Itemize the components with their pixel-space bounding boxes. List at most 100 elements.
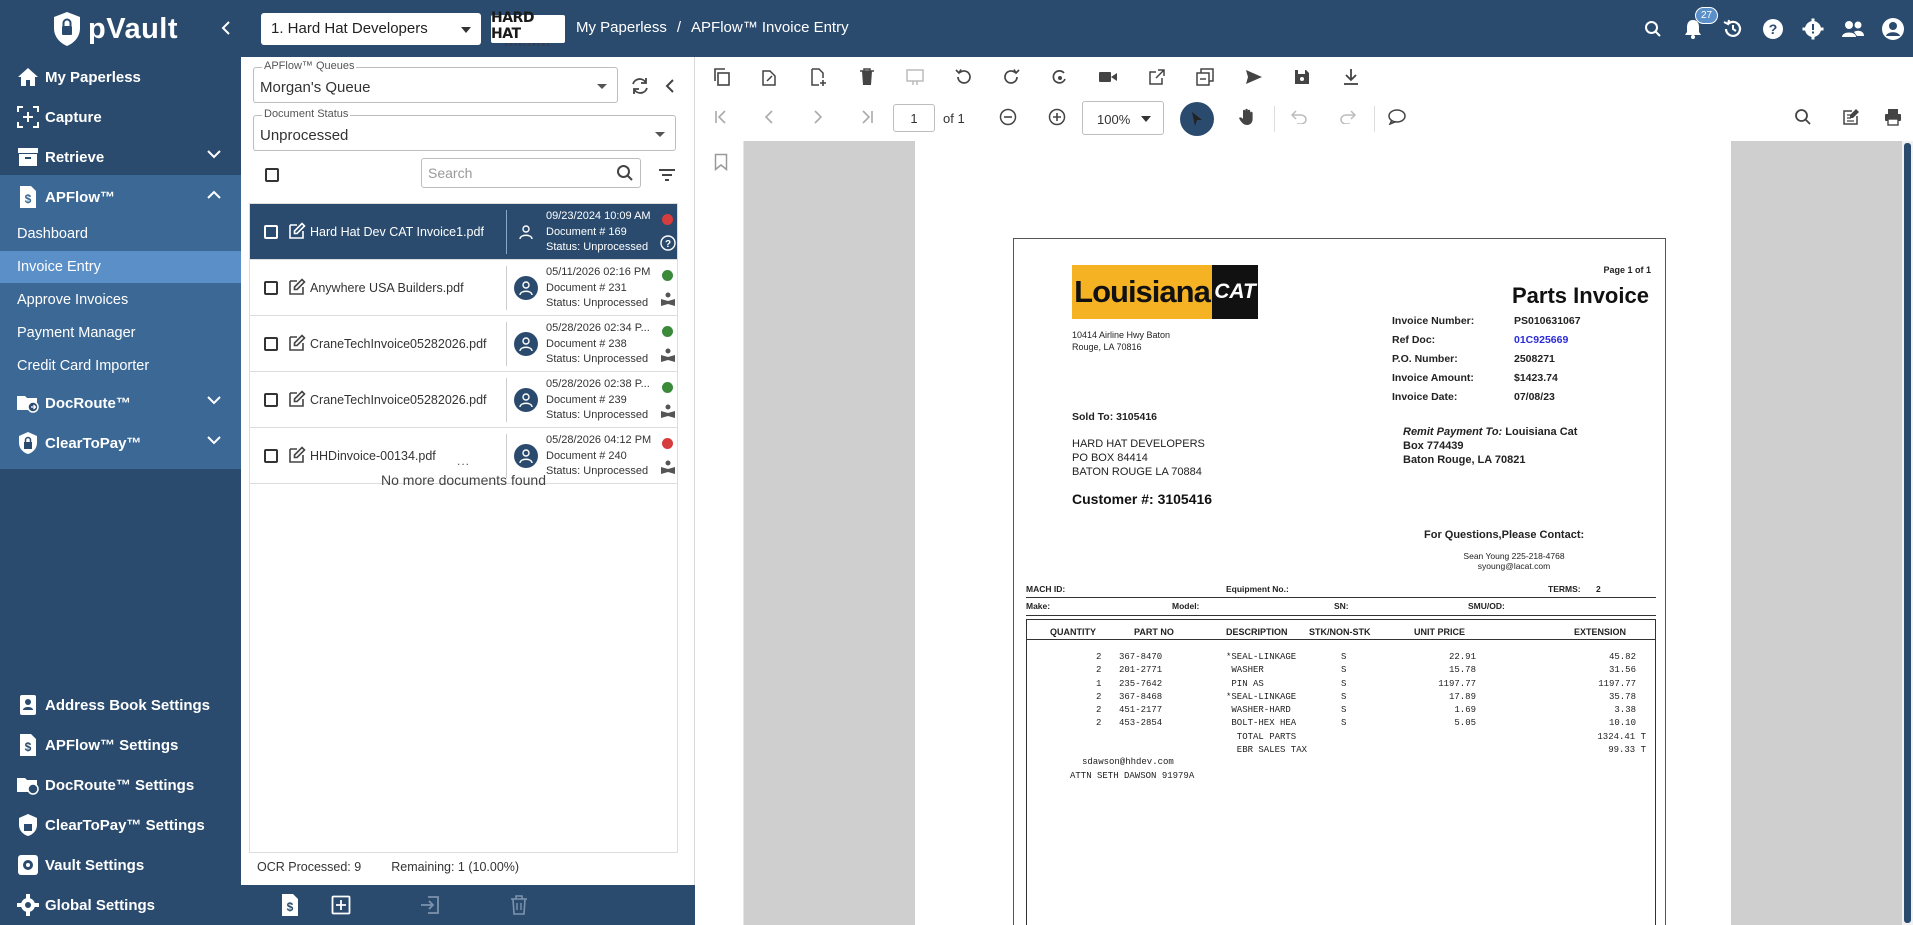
sidebar-item-label: My Paperless — [45, 68, 141, 86]
zoom-in-button[interactable] — [1042, 102, 1072, 132]
sidebar-item-docroute-settings[interactable]: DocRoute™ Settings — [0, 767, 241, 803]
collapse-sidebar-button[interactable] — [214, 15, 238, 41]
document-row[interactable]: Hard Hat Dev CAT Invoice1.pdf 09/23/2024… — [250, 204, 677, 260]
select-tool-button[interactable] — [1180, 102, 1214, 136]
document-row[interactable]: CraneTechInvoice05282026.pdf 05/28/2026 … — [250, 316, 677, 372]
comment-button[interactable] — [1382, 102, 1412, 132]
vault-select[interactable]: 1. Hard Hat Developers — [261, 13, 481, 45]
pan-tool-button[interactable] — [1232, 102, 1262, 132]
rotate-right-button[interactable] — [997, 62, 1027, 92]
split-button[interactable] — [1190, 62, 1220, 92]
queue-select[interactable]: APFlow™ Queues Morgan's Queue — [253, 60, 618, 103]
svg-text:?: ? — [1769, 21, 1778, 37]
document-date: 09/23/2024 10:09 AM — [546, 210, 651, 222]
add-page-button[interactable] — [803, 62, 833, 92]
notifications-button[interactable]: 27 — [1673, 0, 1719, 57]
breadcrumb-my-paperless[interactable]: My Paperless — [576, 19, 667, 36]
sidebar-item-apflow[interactable]: $ APFlow™ — [0, 179, 241, 215]
download-button[interactable] — [1336, 62, 1366, 92]
viewer-scrollbar[interactable] — [1902, 141, 1913, 925]
document-row[interactable]: Anywhere USA Builders.pdf 05/11/2026 02:… — [250, 260, 677, 316]
sidebar-item-address-book-settings[interactable]: Address Book Settings — [0, 687, 241, 723]
profile-button[interactable] — [1873, 0, 1913, 57]
move-document-button[interactable] — [417, 892, 443, 918]
search-field[interactable] — [421, 158, 641, 188]
document-status-select[interactable]: Document Status Unprocessed — [253, 108, 676, 151]
reprocess-button[interactable] — [1045, 62, 1075, 92]
attach-button[interactable] — [754, 62, 784, 92]
document-status: Status: Unprocessed — [546, 353, 649, 365]
redo-button[interactable] — [1333, 102, 1363, 132]
sidebar-item-cleartopay[interactable]: ClearToPay™ — [0, 425, 241, 461]
apflow-settings-icon: $ — [20, 734, 36, 756]
ap-invoice-button[interactable]: $ — [277, 892, 303, 918]
export-disabled-button[interactable] — [900, 62, 930, 92]
svg-text:?: ? — [665, 239, 671, 250]
row-checkbox[interactable] — [264, 225, 278, 239]
sidebar-item-docroute[interactable]: DocRoute™ — [0, 385, 241, 421]
table-row: 2 201-2771 WASHER S 15.78 31.56 — [1096, 665, 1636, 676]
sidebar-item-retrieve[interactable]: Retrieve — [0, 139, 241, 175]
zoom-out-button[interactable] — [993, 102, 1023, 132]
sidebar-item-my-paperless[interactable]: My Paperless — [0, 59, 241, 95]
add-document-button[interactable] — [328, 892, 354, 918]
ref-doc-link[interactable]: 01C925669 — [1514, 334, 1568, 346]
help-button[interactable]: ? — [1753, 0, 1793, 57]
comment-icon — [1388, 109, 1406, 125]
zoom-select[interactable]: 100% — [1082, 101, 1164, 135]
row-checkbox[interactable] — [264, 393, 278, 407]
save-icon — [1295, 70, 1309, 84]
collapse-panel-button[interactable] — [657, 73, 683, 99]
document-status: Status: Unprocessed — [546, 241, 649, 253]
pvault-logo[interactable]: pVault — [52, 9, 178, 49]
first-page-button[interactable] — [706, 102, 736, 132]
row-checkbox[interactable] — [264, 337, 278, 351]
viewer-search-button[interactable] — [1788, 102, 1818, 132]
submenu-approve-invoices[interactable]: Approve Invoices — [0, 284, 241, 316]
send-button[interactable] — [1239, 62, 1269, 92]
settings-button[interactable] — [1793, 0, 1833, 57]
sidebar-item-capture[interactable]: Capture — [0, 99, 241, 135]
document-number: Document # 169 — [546, 225, 627, 238]
sidebar-item-label: Global Settings — [45, 896, 156, 914]
submenu-credit-card-importer[interactable]: Credit Card Importer — [0, 350, 241, 382]
last-page-button[interactable] — [852, 102, 882, 132]
print-button[interactable] — [1878, 102, 1908, 132]
select-all-checkbox[interactable] — [263, 166, 281, 184]
document-name: Anywhere USA Builders.pdf — [310, 281, 464, 295]
next-page-button[interactable] — [803, 102, 833, 132]
search-button[interactable] — [1633, 0, 1673, 57]
table-row: 2 367-8468 *SEAL-LINKAGE S 17.89 35.78 — [1096, 691, 1636, 702]
undo-button[interactable] — [1284, 102, 1314, 132]
row-checkbox[interactable] — [264, 281, 278, 295]
bookmark-button[interactable] — [706, 147, 736, 177]
submenu-payment-manager[interactable]: Payment Manager — [0, 317, 241, 349]
sidebar-item-vault-settings[interactable]: Vault Settings — [0, 847, 241, 883]
sidebar-item-global-settings[interactable]: Global Settings — [0, 887, 241, 923]
save-button[interactable] — [1287, 62, 1317, 92]
users-button[interactable] — [1833, 0, 1873, 57]
delete-page-button[interactable] — [852, 62, 882, 92]
refresh-button[interactable] — [627, 73, 653, 99]
submenu-invoice-entry[interactable]: Invoice Entry — [0, 251, 241, 283]
open-external-button[interactable] — [1142, 62, 1172, 92]
video-button[interactable] — [1093, 62, 1123, 92]
document-canvas[interactable]: Louisiana CAT 10414 Airline Hwy Baton Ro… — [744, 141, 1902, 925]
page-number-input[interactable]: 1 — [893, 104, 935, 132]
top-icons: 27 ? — [1633, 0, 1913, 57]
rotate-left-button[interactable] — [948, 62, 978, 92]
filter-button[interactable] — [655, 164, 679, 186]
retrieve-icon — [18, 148, 38, 166]
submenu-dashboard[interactable]: Dashboard — [0, 218, 241, 250]
sidebar-item-apflow-settings[interactable]: $ APFlow™ Settings — [0, 727, 241, 763]
assigned-user — [514, 332, 538, 356]
sidebar-item-cleartopay-settings[interactable]: ClearToPay™ Settings — [0, 807, 241, 843]
history-button[interactable] — [1713, 0, 1753, 57]
copy-button[interactable] — [707, 62, 737, 92]
previous-page-button[interactable] — [754, 102, 784, 132]
document-row[interactable]: CraneTechInvoice05282026.pdf 05/28/2026 … — [250, 372, 677, 428]
status-dot-red — [662, 438, 673, 449]
search-input[interactable] — [422, 159, 602, 187]
annotate-button[interactable] — [1836, 102, 1866, 132]
delete-document-button[interactable] — [506, 892, 532, 918]
